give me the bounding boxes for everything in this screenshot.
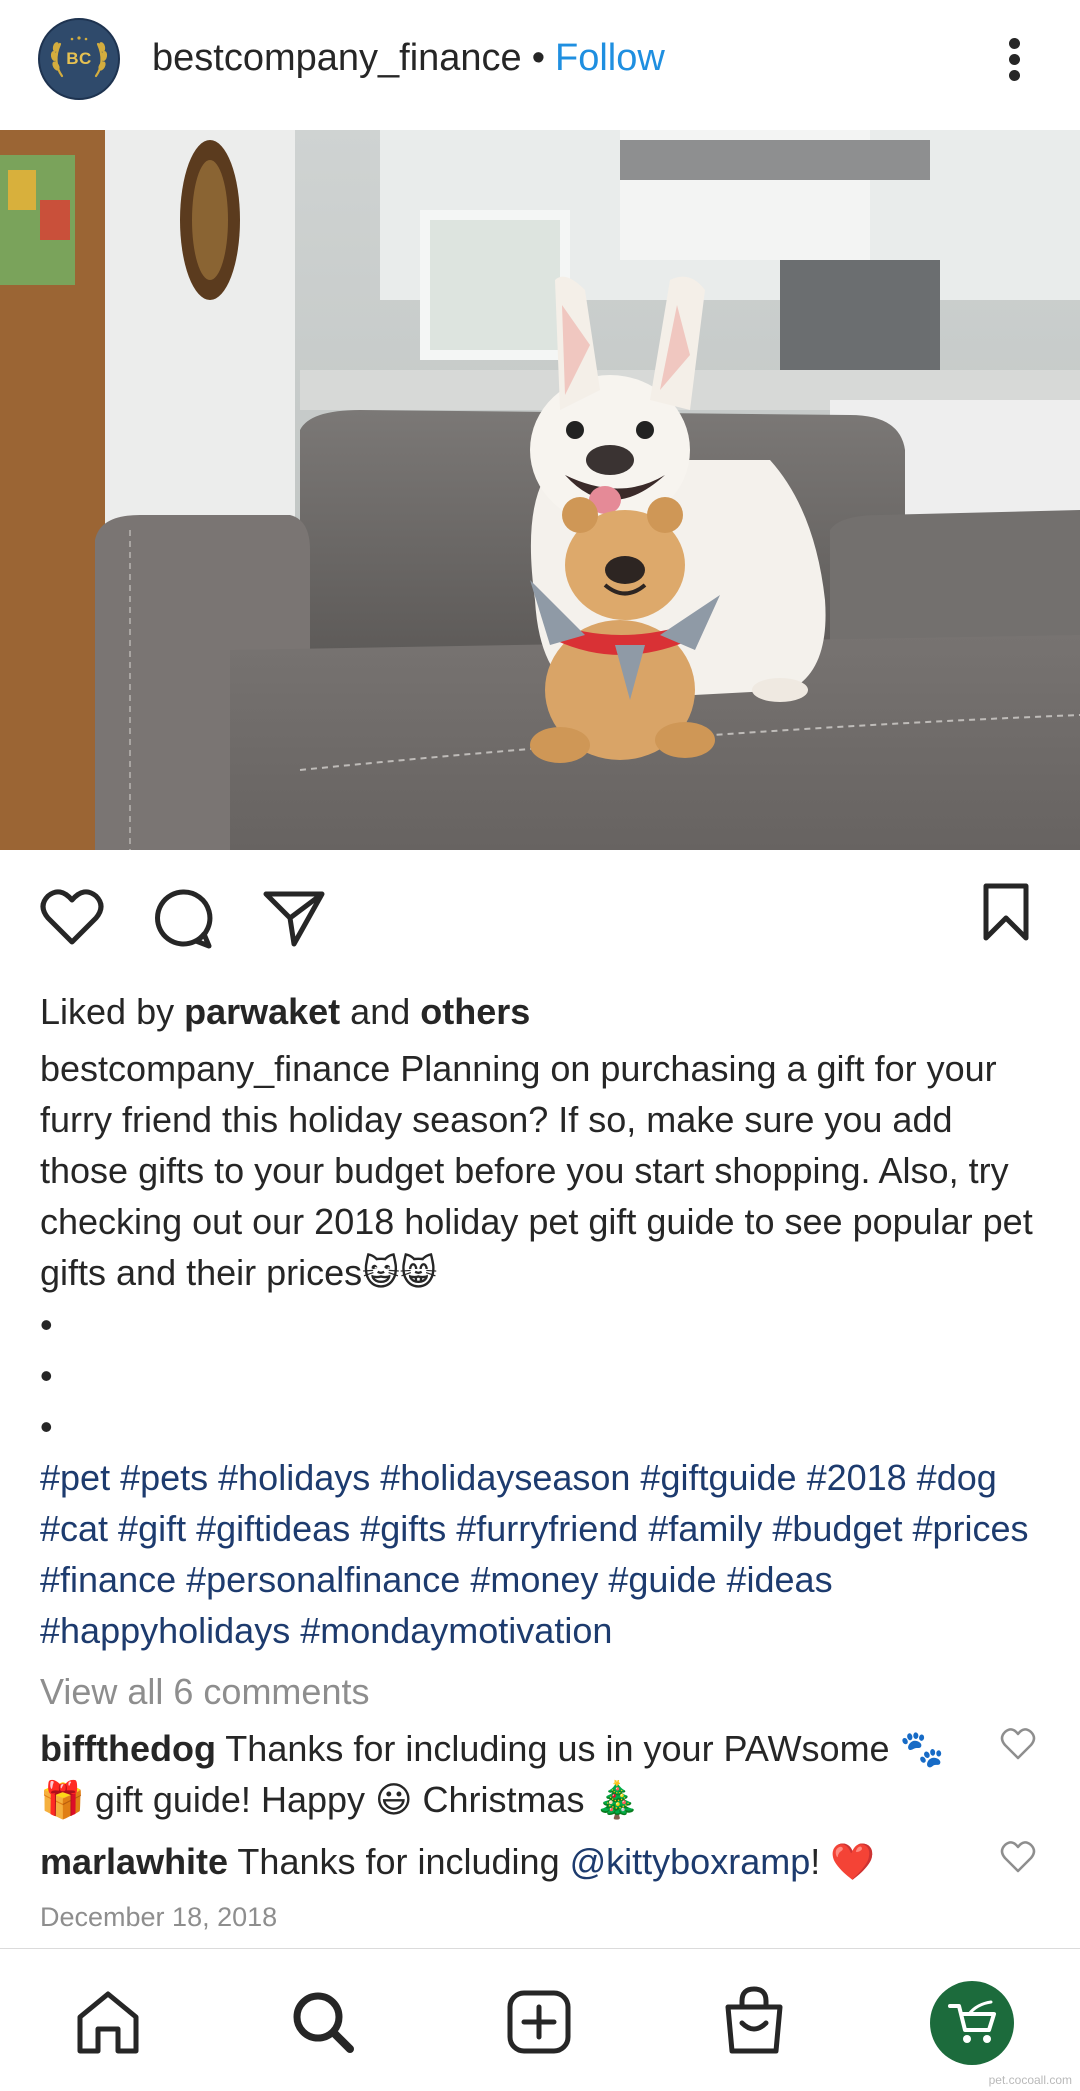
more-options-icon[interactable]	[1000, 30, 1030, 90]
comment-text: Thanks for including	[228, 1841, 570, 1882]
comment-username[interactable]: biffthedog	[40, 1728, 216, 1769]
send-paper-plane-icon[interactable]	[262, 888, 326, 948]
caption-hashtags[interactable]: #pet #pets #holidays #holidayseason #gif…	[40, 1452, 1050, 1656]
search-icon[interactable]	[290, 1989, 356, 2055]
shopping-cart-icon	[948, 2000, 996, 2043]
comment-text-after: ! ❤️	[810, 1841, 876, 1882]
bottom-nav: pet.cocoall.com	[0, 1948, 1080, 2091]
watermark: pet.cocoall.com	[988, 2073, 1072, 2087]
likes-prefix: Liked by	[40, 991, 185, 1032]
home-icon[interactable]	[74, 1989, 142, 2055]
caption-username[interactable]: bestcompany_finance	[40, 1048, 390, 1089]
caption-bullet: •	[40, 1355, 53, 1396]
post-photo[interactable]	[0, 130, 1080, 850]
caption-bullet: •	[40, 1304, 53, 1345]
follow-button[interactable]: Follow	[555, 37, 665, 79]
post-date: December 18, 2018	[40, 1902, 278, 1932]
account-avatar[interactable]: BC	[38, 18, 120, 100]
comment-like-heart-icon[interactable]	[1000, 1840, 1036, 1874]
header-username[interactable]: bestcompany_finance	[152, 37, 522, 79]
comment-username[interactable]: marlawhite	[40, 1841, 228, 1882]
heart-icon[interactable]	[40, 888, 104, 946]
bookmark-icon[interactable]	[982, 882, 1030, 942]
post-caption: bestcompany_finance Planning on purchasi…	[40, 1043, 1050, 1298]
caption-bullet: •	[40, 1406, 53, 1447]
create-post-icon[interactable]	[506, 1989, 572, 2055]
liked-by-others[interactable]: others	[420, 991, 530, 1032]
comment-item: marlawhite Thanks for including @kittybo…	[40, 1836, 960, 1887]
likes-summary[interactable]: Liked by parwaket and others	[40, 986, 1050, 1037]
likes-middle: and	[340, 991, 421, 1032]
comment-like-heart-icon[interactable]	[1000, 1727, 1036, 1761]
laurel-wreath-icon	[50, 36, 108, 78]
comment-mention-link[interactable]: @kittyboxramp	[570, 1841, 811, 1882]
profile-shopping-cart-icon[interactable]	[930, 1981, 1014, 2065]
comment-item: biffthedog Thanks for including us in yo…	[40, 1723, 960, 1825]
photo-french-bulldog-with-plush-toy-on-couch	[0, 130, 1080, 850]
liked-by-user[interactable]: parwaket	[184, 991, 340, 1032]
header-separator: •	[531, 37, 545, 79]
post-header: BC bestcompany_finance • Follow	[0, 0, 1080, 130]
view-all-comments-link[interactable]: View all 6 comments	[40, 1666, 1050, 1717]
shopping-bag-icon[interactable]	[722, 1985, 786, 2055]
header-title: bestcompany_finance • Follow	[152, 34, 665, 82]
action-bar	[0, 850, 1080, 980]
comment-bubble-icon[interactable]	[152, 888, 214, 950]
